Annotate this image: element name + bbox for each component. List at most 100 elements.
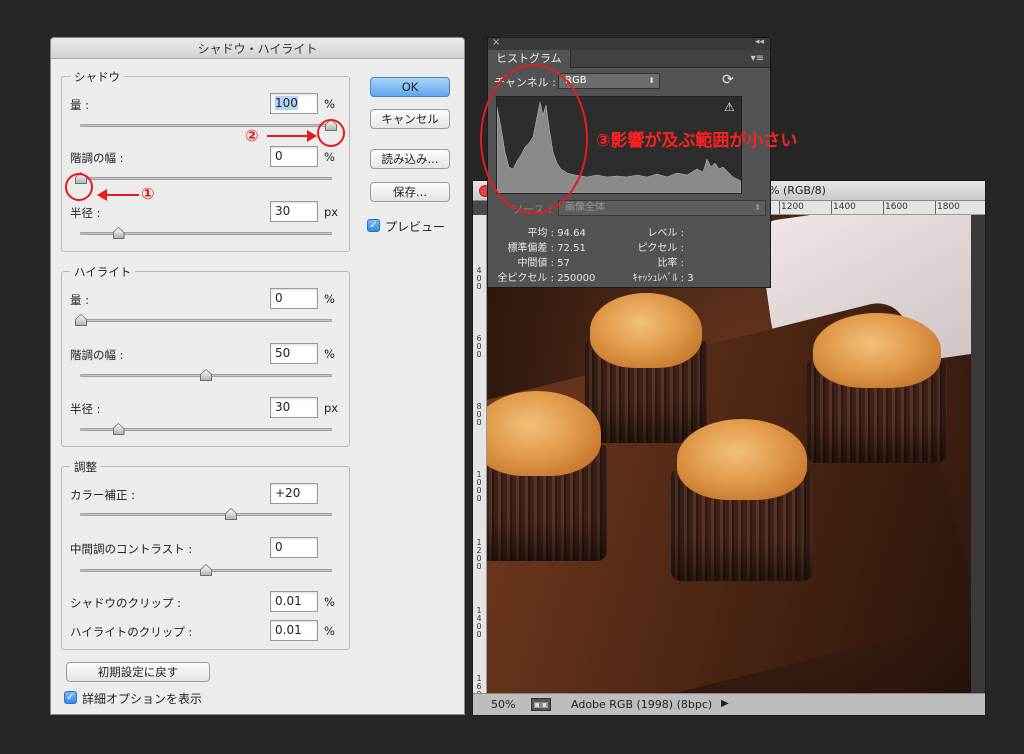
- shadow-radius-input[interactable]: 30: [270, 201, 318, 222]
- midtone-contrast-label: 中間調のコントラスト :: [70, 542, 193, 556]
- color-correction-slider[interactable]: [80, 508, 332, 520]
- highlight-radius-input[interactable]: 30: [270, 397, 318, 418]
- unit-label: px: [324, 205, 339, 219]
- ruler-label: 800: [476, 402, 482, 427]
- more-options-checkbox[interactable]: ✓: [64, 691, 77, 704]
- cache-label: ｷｬｯｼｭﾚﾍﾞﾙ :: [632, 273, 684, 284]
- shadow-amount-slider[interactable]: [80, 119, 337, 131]
- group-title: 調整: [70, 459, 101, 475]
- ruler-tick: [883, 201, 884, 214]
- annotation-text: ③影響が及ぶ範囲が小さい: [596, 131, 798, 151]
- shadow-amount-input[interactable]: 100: [270, 93, 318, 114]
- std-label: 標準偏差 :: [507, 243, 554, 254]
- shadow-clip-input[interactable]: 0.01: [270, 591, 318, 612]
- slider-thumb[interactable]: [201, 565, 211, 575]
- dialog-titlebar[interactable]: シャドウ・ハイライト: [51, 38, 464, 59]
- highlight-clip-label: ハイライトのクリップ :: [70, 625, 193, 639]
- color-correction-input[interactable]: +20: [270, 483, 318, 504]
- annotation-circle-1: [65, 173, 93, 201]
- close-icon[interactable]: ×: [492, 37, 500, 48]
- adjust-group: 調整 カラー補正 : +20 中間調のコントラスト : 0 シャドウのクリップ …: [61, 459, 350, 650]
- shadow-tonal-label: 階調の幅 :: [70, 151, 124, 165]
- ruler-left: 4006008001000120014001600: [473, 215, 487, 707]
- preview-checkbox[interactable]: ✓: [367, 219, 380, 232]
- ruler-tick: [831, 201, 832, 214]
- source-select[interactable]: 画像全体 ⬍: [558, 200, 766, 216]
- shadow-tonal-input[interactable]: 0: [270, 146, 318, 167]
- preview-label: プレビュー: [385, 220, 446, 234]
- slider-thumb[interactable]: [113, 228, 124, 238]
- group-title: ハイライト: [70, 264, 136, 280]
- color-profile: Adobe RGB (1998) (8bpc): [571, 698, 713, 711]
- status-bar: 50% ▣▣ Adobe RGB (1998) (8bpc) ▶: [473, 693, 985, 715]
- muffin: [487, 391, 607, 561]
- midtone-contrast-input[interactable]: 0: [270, 537, 318, 558]
- unit-label: %: [324, 624, 335, 638]
- refresh-icon[interactable]: ⟳: [722, 72, 734, 88]
- highlight-tonal-slider[interactable]: [80, 369, 332, 381]
- shadow-radius-slider[interactable]: [80, 227, 332, 239]
- zoom-level[interactable]: 50%: [491, 698, 515, 711]
- ruler-tick: [935, 201, 936, 214]
- unit-label: %: [324, 150, 335, 164]
- highlight-amount-slider[interactable]: [75, 314, 332, 326]
- color-correction-label: カラー補正 :: [70, 488, 136, 502]
- play-arrow-icon[interactable]: ▶: [721, 698, 729, 709]
- warning-icon[interactable]: ⚠: [724, 100, 735, 114]
- slider-thumb[interactable]: [226, 509, 236, 519]
- annotation-arrow-left: [105, 194, 139, 196]
- updown-icon: ⬍: [754, 203, 761, 212]
- highlight-radius-slider[interactable]: [80, 423, 332, 435]
- unit-label: %: [324, 292, 335, 306]
- ruler-tick: [779, 201, 780, 214]
- ruler-label: 1400: [833, 202, 856, 212]
- shadow-group: シャドウ 量 : 100 % 階調の幅 : 0 % 半径 : 30 px: [61, 69, 350, 252]
- highlight-amount-input[interactable]: 0: [270, 288, 318, 309]
- highlight-clip-input[interactable]: 0.01: [270, 620, 318, 641]
- midtone-contrast-slider[interactable]: [80, 564, 332, 576]
- mean-label: 平均 :: [527, 228, 554, 239]
- ruler-label: 1600: [885, 202, 908, 212]
- cancel-button[interactable]: キャンセル: [370, 109, 450, 129]
- mean-value: 94.64: [557, 228, 586, 239]
- level-label: レベル :: [647, 228, 684, 239]
- ruler-label: 1400: [476, 606, 482, 639]
- annotation-number-2: ②: [245, 126, 259, 145]
- highlight-tonal-input[interactable]: 50: [270, 343, 318, 364]
- annotation-circle-2: [317, 119, 345, 147]
- muffin: [807, 313, 947, 463]
- save-button[interactable]: 保存...: [370, 182, 450, 202]
- slider-thumb[interactable]: [76, 315, 86, 325]
- cache-value: 3: [687, 273, 694, 284]
- slider-thumb[interactable]: [201, 370, 211, 380]
- ok-button[interactable]: OK: [370, 77, 450, 97]
- shadow-highlight-dialog: シャドウ・ハイライト シャドウ 量 : 100 % 階調の幅 : 0 % 半径 …: [50, 37, 465, 715]
- ruler-label: 1000: [476, 470, 482, 503]
- highlight-group: ハイライト 量 : 0 % 階調の幅 : 50 % 半径 : 30 px: [61, 264, 350, 447]
- highlight-tonal-label: 階調の幅 :: [70, 348, 124, 362]
- unit-label: %: [324, 347, 335, 361]
- source-value: 画像全体: [565, 202, 605, 213]
- percentile-label: 比率 :: [657, 258, 684, 269]
- shadow-tonal-slider[interactable]: [75, 172, 332, 184]
- unit-label: %: [324, 97, 335, 111]
- annotation-oval: [480, 64, 588, 214]
- slider-thumb[interactable]: [113, 424, 124, 434]
- ruler-label: 1200: [476, 538, 482, 571]
- ruler-label: 1200: [781, 202, 804, 212]
- annotation-arrowhead: [307, 130, 317, 142]
- group-title: シャドウ: [70, 69, 124, 85]
- highlight-amount-label: 量 :: [70, 293, 90, 307]
- ruler-label: 1800: [937, 202, 960, 212]
- unit-label: px: [324, 401, 339, 415]
- highlight-radius-label: 半径 :: [70, 402, 101, 416]
- pixels-value: 250000: [557, 273, 596, 284]
- panel-menu-icon[interactable]: ▾≡: [751, 53, 764, 64]
- collapse-icon[interactable]: ◂◂: [755, 37, 764, 47]
- load-button[interactable]: 読み込み...: [370, 149, 450, 169]
- reset-defaults-button[interactable]: 初期設定に戻す: [66, 662, 210, 682]
- status-icon[interactable]: ▣▣: [531, 698, 551, 711]
- unit-label: %: [324, 595, 335, 609]
- panel-topbar: × ◂◂: [488, 37, 770, 50]
- ruler-label: 400: [476, 266, 482, 291]
